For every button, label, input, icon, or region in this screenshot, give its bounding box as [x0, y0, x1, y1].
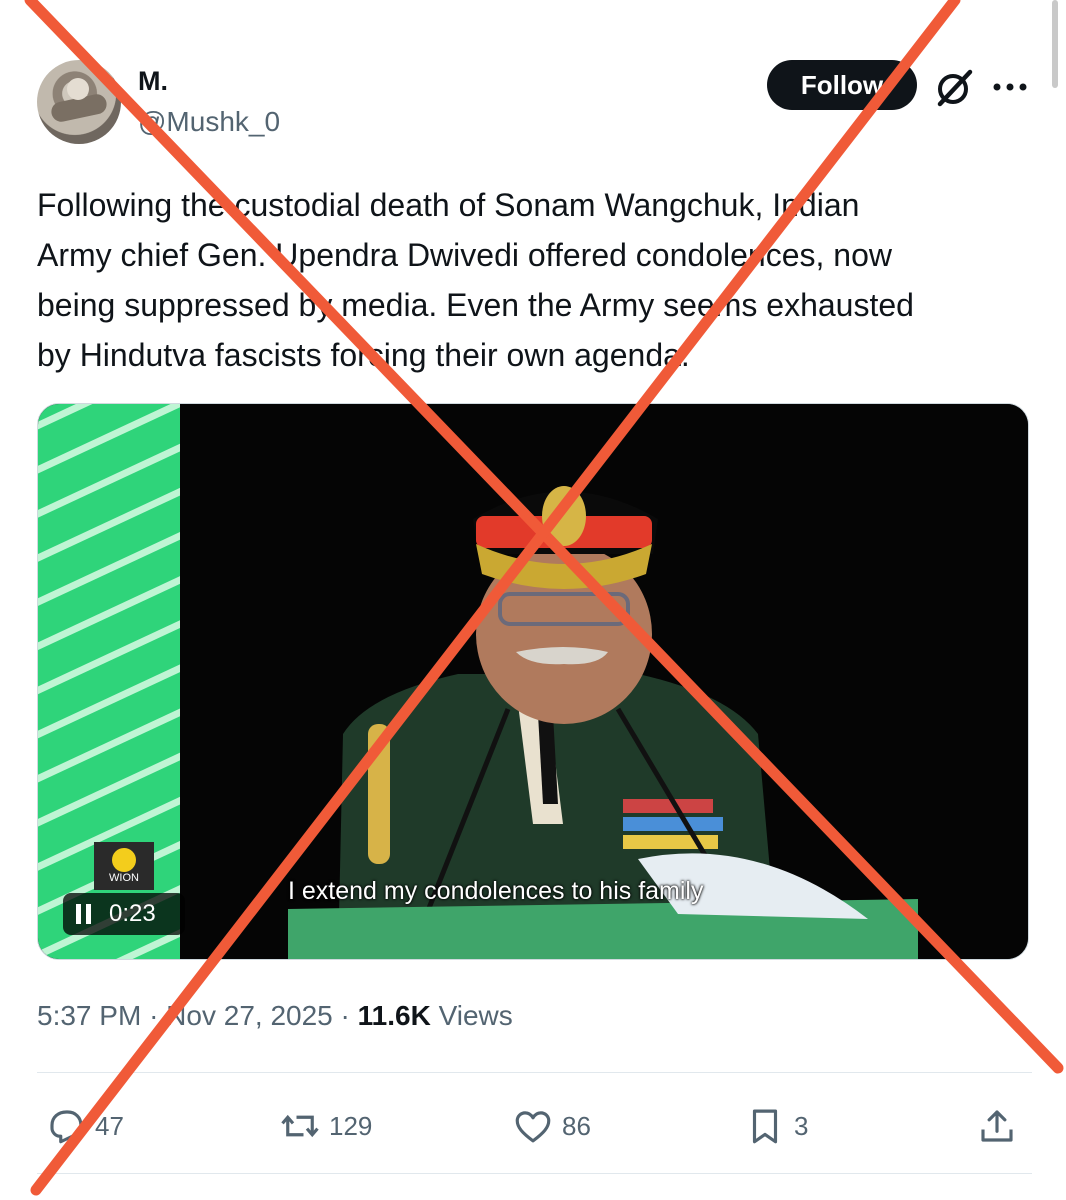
video-controls[interactable]: 0:23 — [63, 893, 185, 935]
scrollbar[interactable] — [1052, 0, 1058, 88]
post-date[interactable]: Nov 27, 2025 — [166, 1000, 333, 1031]
user-handle[interactable]: @Mushk_0 — [138, 106, 280, 138]
heart-icon — [515, 1111, 551, 1143]
post-time[interactable]: 5:37 PM — [37, 1000, 141, 1031]
wion-logo-text: WION — [109, 872, 139, 884]
divider — [37, 1173, 1032, 1174]
reply-icon — [50, 1110, 83, 1144]
reply-button[interactable]: 47 — [45, 1104, 124, 1148]
repost-count: 129 — [329, 1110, 373, 1141]
bookmark-count: 3 — [794, 1110, 809, 1141]
post-text-line: by Hindutva fascists forcing their own a… — [37, 337, 690, 373]
avatar[interactable] — [37, 60, 121, 144]
reply-count: 47 — [95, 1110, 124, 1141]
meta-separator: · — [149, 1000, 159, 1031]
post-text-line: being suppressed by media. Even the Army… — [37, 287, 914, 323]
like-button[interactable]: 86 — [512, 1104, 591, 1148]
wion-logo: WION — [94, 842, 154, 890]
video-time: 0:23 — [109, 900, 156, 927]
pause-icon[interactable] — [75, 904, 93, 924]
video-caption: I extend my condolences to his family — [288, 877, 704, 905]
like-count: 86 — [562, 1110, 591, 1141]
divider — [37, 1072, 1032, 1073]
meta-separator: · — [340, 1000, 350, 1031]
share-button[interactable] — [976, 1104, 1018, 1148]
follow-button[interactable]: Follow — [767, 60, 917, 110]
display-name[interactable]: M. — [138, 66, 168, 97]
repost-icon — [281, 1114, 319, 1138]
grok-icon[interactable] — [934, 68, 974, 108]
post-text-line: Following the custodial death of Sonam W… — [37, 187, 860, 223]
bookmark-icon — [752, 1109, 778, 1144]
post-meta: 5:37 PM · Nov 27, 2025 · 11.6K Views — [37, 1000, 513, 1032]
repost-button[interactable]: 129 — [279, 1104, 372, 1148]
post-text: Following the custodial death of Sonam W… — [37, 180, 1037, 380]
views-label: Views — [438, 1000, 513, 1031]
views-count: 11.6K — [357, 1000, 431, 1031]
more-dots-icon[interactable] — [992, 82, 1028, 92]
post-text-line: Army chief Gen. Upendra Dwivedi offered … — [37, 237, 892, 273]
bookmark-button[interactable]: 3 — [744, 1104, 808, 1148]
share-icon — [981, 1110, 1013, 1142]
